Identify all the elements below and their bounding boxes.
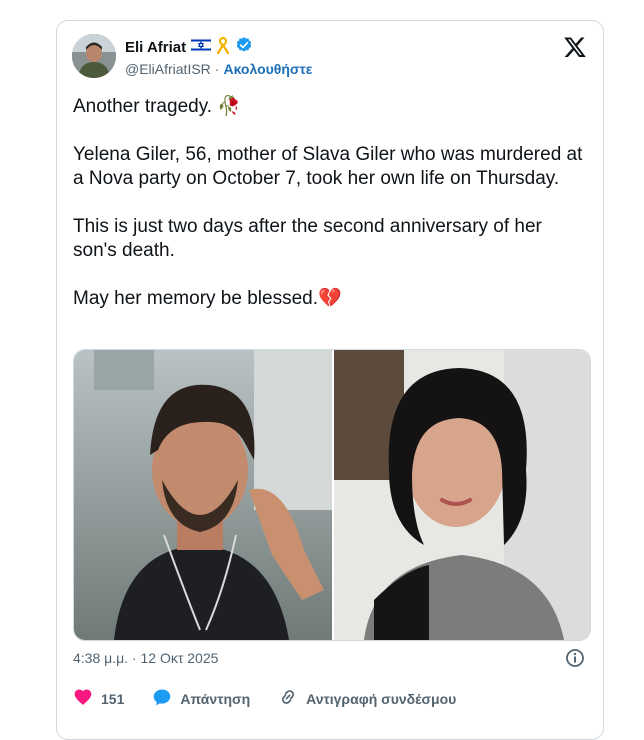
tweet-paragraph: This is just two days after the second a… — [73, 216, 542, 261]
copy-link-button[interactable]: Αντιγραφή συνδέσμου — [278, 687, 456, 710]
tweet-paragraph: Another tragedy. 🥀 — [73, 96, 242, 117]
author-avatar[interactable] — [72, 34, 116, 78]
like-count: 151 — [101, 690, 125, 707]
tweet-media[interactable] — [73, 349, 591, 641]
link-icon — [278, 687, 298, 710]
israel-flag-icon — [190, 37, 212, 57]
young-man-photo[interactable] — [74, 350, 332, 640]
tweet-paragraph: May her memory be blessed.💔 — [73, 288, 342, 309]
woman-photo[interactable] — [334, 350, 590, 640]
separator-dot: · — [214, 61, 220, 77]
author-handle-row: @EliAfriatISR · Ακολουθήστε — [125, 61, 312, 77]
copy-link-label: Αντιγραφή συνδέσμου — [306, 690, 457, 707]
reply-label: Απάντηση — [180, 690, 251, 707]
tweet-card: Eli Afriat @EliAfriatISR · Ακολουθήστε A… — [56, 20, 604, 740]
x-logo-icon[interactable] — [563, 35, 587, 59]
author-handle[interactable]: @EliAfriatISR — [125, 61, 211, 77]
author-name-row: Eli Afriat — [125, 36, 253, 59]
yellow-ribbon-icon — [216, 36, 230, 59]
tweet-paragraph: Yelena Giler, 56, mother of Slava Giler … — [73, 144, 583, 189]
tweet-actions: 151 Απάντηση Αντιγραφή συνδέσμου — [73, 687, 484, 710]
verified-badge-icon — [235, 36, 253, 59]
reply-bubble-icon — [152, 687, 172, 710]
heart-icon — [73, 687, 93, 710]
tweet-text: Another tragedy. 🥀 Yelena Giler, 56, mot… — [73, 95, 588, 335]
reply-button[interactable]: Απάντηση — [152, 687, 250, 710]
follow-button[interactable]: Ακολουθήστε — [223, 61, 312, 77]
tweet-timestamp[interactable]: 4:38 μ.μ. · 12 Οκτ 2025 — [73, 650, 218, 666]
author-name[interactable]: Eli Afriat — [125, 39, 186, 56]
info-icon[interactable] — [565, 648, 585, 668]
like-button[interactable]: 151 — [73, 687, 124, 710]
